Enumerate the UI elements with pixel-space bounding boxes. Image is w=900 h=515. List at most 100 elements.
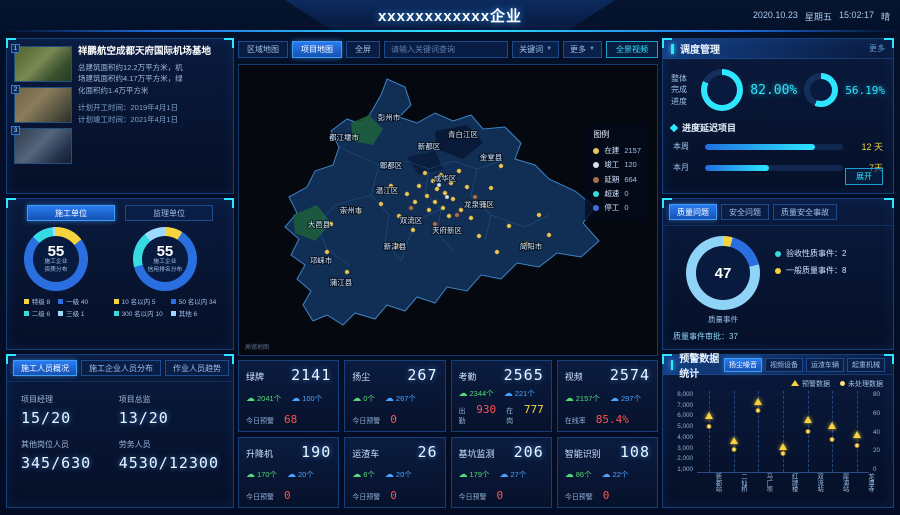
stat-card-slag-truck[interactable]: 运渣车26 ☁6个☁20个 今日预警0	[344, 437, 445, 509]
map-legend-title: 图例	[593, 129, 641, 140]
footer-value: 0	[284, 489, 291, 502]
footer-value: 930	[476, 403, 496, 416]
project-thumbnail[interactable]: 2	[14, 87, 72, 123]
legend-color-dot	[593, 177, 599, 183]
legend-color-dot	[593, 191, 599, 197]
card-title: 基坑监测	[459, 447, 495, 460]
legend-label: 竣工	[604, 158, 619, 172]
card-title: 智能识别	[565, 447, 601, 460]
tab-supervision-units[interactable]: 监理单位	[125, 205, 213, 221]
tab-personnel-distribution[interactable]: 施工企业人员分布	[81, 360, 161, 376]
tab-personnel-overview[interactable]: 施工人员概况	[13, 360, 77, 376]
stat-project-manager: 项目经理 15/20	[21, 394, 111, 427]
legend-value: 0	[624, 201, 628, 215]
legend-label: 未处理数据	[848, 381, 883, 388]
cloud-online-icon: ☁	[246, 393, 255, 403]
legend-value: 120	[624, 158, 637, 172]
legend-text: 验收性质事件：2	[786, 246, 846, 263]
stat-label: 项目经理	[21, 394, 111, 405]
diamond-icon	[670, 123, 678, 131]
cloud-offline-icon: ☁	[610, 393, 619, 403]
tab-construction-units[interactable]: 施工单位	[27, 205, 115, 221]
legend-value: 0	[624, 187, 628, 201]
legend-value: 2157	[624, 144, 641, 158]
district-label: 蒲江县	[330, 277, 353, 287]
warning-yaxis-right: 806040200	[873, 391, 887, 473]
more-dropdown[interactable]: 更多 ▼	[563, 41, 602, 58]
online-count: 86个	[576, 470, 592, 479]
footer-label: 今日预警	[459, 492, 487, 502]
plan-start-date: 计划开工时间：2019年4月1日	[78, 102, 226, 115]
tab-video-devices[interactable]: 视频设备	[765, 358, 803, 372]
map-legend-item: 停工 0	[593, 201, 641, 215]
footer-label: 今日预警	[246, 416, 274, 426]
legend-label: 超速	[604, 187, 619, 201]
tab-quality-safety-accidents[interactable]: 质量安全事故	[773, 204, 837, 220]
warning-x-label: 双流站	[799, 473, 824, 507]
project-map-button[interactable]: 项目地图	[292, 41, 342, 58]
legend-item: 其他 6	[171, 308, 217, 318]
weekday-text: 星期五	[805, 10, 832, 23]
stat-label: 劳务人员	[119, 439, 219, 450]
stat-value: 13/20	[119, 409, 219, 427]
device-stat-cards: 绿牌2141 ☁2041个☁100个 今日预警68 扬尘267 ☁0个☁267个…	[238, 360, 658, 508]
warning-x-label: 红牌楼	[773, 473, 798, 507]
project-name: 祥鹏航空成都天府国际机场基地	[78, 46, 226, 59]
donut-total: 55	[157, 244, 174, 259]
card-title: 考勤	[459, 370, 477, 383]
stat-card-pit-monitor[interactable]: 基坑监测206 ☁179个☁27个 今日预警0	[451, 437, 552, 509]
gauge-value: 82.00%	[750, 83, 797, 98]
stat-card-green-plate[interactable]: 绿牌2141 ☁2041个☁100个 今日预警68	[238, 360, 339, 432]
offline-count: 221个	[515, 389, 535, 398]
offline-count: 22个	[613, 470, 629, 479]
project-thumbnail[interactable]: 1	[14, 46, 72, 82]
legend-item: 二级 6	[24, 308, 50, 318]
city-map[interactable]: 彭州市 都江堰市 金堂县 郫都区 新都区 青白江区 温江区 成华区 龙泉驿区 崇…	[238, 64, 658, 356]
stat-card-ai-recognition[interactable]: 智能识别108 ☁86个☁22个 今日预警0	[557, 437, 658, 509]
district-label: 新都区	[418, 141, 441, 151]
stat-card-dust[interactable]: 扬尘267 ☁0个☁267个 今日预警0	[344, 360, 445, 432]
search-input[interactable]	[384, 41, 508, 58]
dispatch-more-link[interactable]: 更多	[869, 43, 885, 54]
keyword-dropdown[interactable]: 关键词 ▼	[512, 41, 559, 58]
stat-card-video[interactable]: 视频2574 ☁2157个☁297个 在线率85.4%	[557, 360, 658, 432]
warning-x-label: 犀浦站	[824, 473, 849, 507]
tab-slag-trucks[interactable]: 运渣车辆	[806, 358, 844, 372]
panorama-video-button[interactable]: 全景视频	[606, 41, 658, 58]
card-total: 190	[301, 443, 331, 461]
footer-value: 85.4%	[596, 413, 629, 426]
project-thumbnail[interactable]: 3	[14, 128, 72, 164]
district-label: 成华区	[434, 173, 457, 183]
region-map-button[interactable]: 区域地图	[238, 41, 288, 58]
stat-card-hoist[interactable]: 升降机190 ☁170个☁20个 今日预警0	[238, 437, 339, 509]
card-title: 绿牌	[246, 370, 264, 383]
map-legend: 图例 在建 2157 竣工 120 延期 664 超速 0	[585, 123, 649, 221]
stat-project-director: 项目总监 13/20	[119, 394, 219, 427]
tab-cranes[interactable]: 起重机械	[847, 358, 885, 372]
tab-safety-issues[interactable]: 安全问题	[721, 204, 769, 220]
tab-worker-trend[interactable]: 作业人员趋势	[165, 360, 229, 376]
fullscreen-button[interactable]: 全屏	[346, 41, 380, 58]
online-count: 2344个	[470, 389, 494, 398]
warning-chart: 8,0007,0006,0005,0004,0003,0002,0001,000…	[663, 391, 893, 473]
project-thumbnails: 1 2 3	[14, 46, 72, 164]
quality-legend-item: 一般质量事件：8	[775, 263, 885, 280]
cloud-online-icon: ☁	[565, 393, 574, 403]
cloud-online-icon: ☁	[459, 388, 468, 398]
dashboard-screen: xxxxxxxxxxxx企业 2020.10.23 星期五 15:02:17 晴…	[0, 0, 900, 515]
legend-item: 300 名以内 10	[114, 308, 163, 318]
expand-button[interactable]: 展开	[845, 168, 883, 185]
card-title: 升降机	[246, 447, 273, 460]
legend-text: 一般质量事件：8	[786, 263, 846, 280]
card-total: 2574	[610, 366, 650, 384]
gauge-label: 整体完成进度	[671, 73, 694, 107]
district-label: 都江堰市	[329, 132, 359, 142]
tab-quality-issues[interactable]: 质量问题	[669, 204, 717, 220]
card-total: 108	[620, 443, 650, 461]
stat-card-attendance[interactable]: 考勤2565 ☁2344个☁221个 出勤930在岗777	[451, 360, 552, 432]
tab-dust-noise[interactable]: 扬尘噪音	[724, 358, 762, 372]
map-legend-item: 超速 0	[593, 187, 641, 201]
datetime-group: 2020.10.23 星期五 15:02:17 晴	[753, 10, 890, 23]
app-title-plate: xxxxxxxxxxxx企业	[285, 0, 615, 30]
footer-label: 今日预警	[565, 492, 593, 502]
